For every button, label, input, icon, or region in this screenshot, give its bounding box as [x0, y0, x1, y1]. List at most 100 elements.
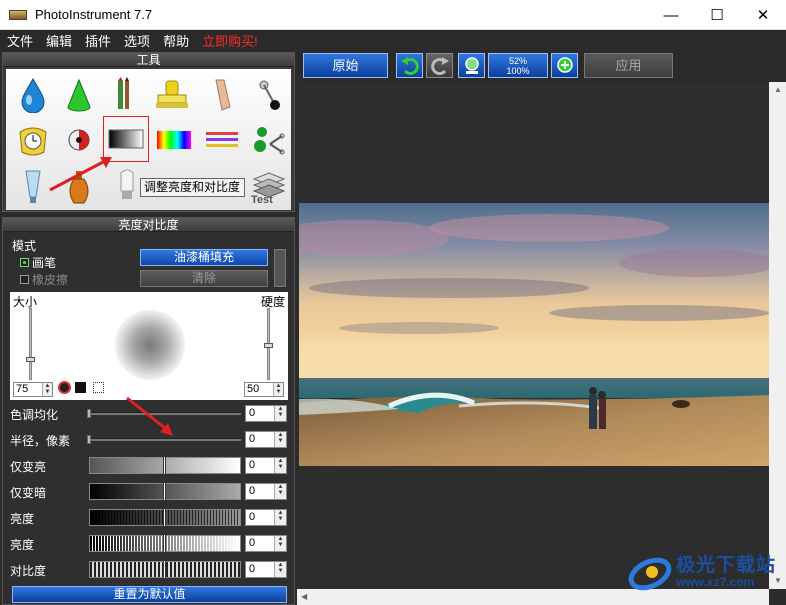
cone-icon[interactable]: [59, 74, 99, 116]
clear-button[interactable]: 清除: [140, 270, 268, 287]
hardness-label: 硬度: [260, 295, 285, 309]
finger-icon[interactable]: [203, 74, 243, 116]
lighten-input[interactable]: 0 ▲ ▼: [245, 457, 287, 474]
contrast-slider-thumb[interactable]: [163, 560, 166, 579]
vertical-scrollbar[interactable]: ▲ ▼: [769, 82, 786, 589]
darken-spinner[interactable]: ▲ ▼: [274, 484, 286, 499]
gradient-icon[interactable]: [103, 116, 149, 162]
equalize-spinner[interactable]: ▲ ▼: [274, 406, 286, 421]
zoom-out-button[interactable]: [458, 53, 485, 78]
zoom-percent: 52%: [508, 56, 527, 66]
panel-scrollbar[interactable]: [274, 249, 286, 287]
lines-icon[interactable]: [202, 119, 242, 161]
pin-icon[interactable]: [249, 74, 289, 116]
darken-slider-thumb[interactable]: [163, 482, 166, 501]
bc-panel-title: 亮度对比度: [3, 218, 294, 232]
brightness-input-1[interactable]: 0 ▲ ▼: [245, 509, 287, 526]
eraser-option-label: 橡皮擦: [32, 273, 69, 287]
eraser-option[interactable]: 橡皮擦: [20, 271, 68, 288]
size-slider-thumb[interactable]: [26, 357, 35, 362]
scissors-icon[interactable]: [249, 119, 289, 161]
hardness-slider[interactable]: [264, 308, 273, 380]
vase-icon[interactable]: [59, 166, 99, 208]
brightness-slider-1-thumb[interactable]: [163, 508, 166, 527]
water-drop-icon[interactable]: [13, 74, 53, 116]
square-brush-icon[interactable]: [75, 382, 86, 393]
brightness-spinner-1[interactable]: ▲ ▼: [274, 510, 286, 525]
darken-input[interactable]: 0 ▲ ▼: [245, 483, 287, 500]
contrast-label: 对比度: [10, 564, 47, 578]
equalize-slider-thumb[interactable]: [87, 409, 91, 418]
brightness-value-1: 0: [249, 511, 256, 523]
contrast-spinner[interactable]: ▲ ▼: [274, 562, 286, 577]
lighten-slider-thumb[interactable]: [163, 456, 166, 475]
contrast-input[interactable]: 0 ▲ ▼: [245, 561, 287, 578]
contrast-slider[interactable]: [89, 560, 241, 579]
size-slider[interactable]: [26, 308, 35, 380]
darken-slider[interactable]: [89, 482, 241, 501]
selection-brush-icon[interactable]: [93, 382, 104, 393]
hardness-slider-thumb[interactable]: [264, 343, 273, 348]
equalize-slider[interactable]: [87, 409, 241, 418]
eraser-radio[interactable]: [20, 275, 29, 284]
undo-button[interactable]: [396, 53, 423, 78]
mode-label: 模式: [12, 239, 37, 253]
zoom-in-button[interactable]: [551, 53, 578, 78]
reset-defaults-button[interactable]: 重置为默认值: [12, 586, 287, 603]
equalize-value: 0: [249, 407, 256, 419]
menu-help[interactable]: 帮助: [156, 31, 195, 50]
menu-plugins[interactable]: 插件: [78, 31, 117, 50]
menu-buy-now[interactable]: 立即购买!: [195, 31, 264, 50]
brightness-spinner-2[interactable]: ▲ ▼: [274, 536, 286, 551]
equalize-label: 色调均化: [10, 408, 59, 422]
hardness-input[interactable]: 50 ▲ ▼: [244, 382, 284, 397]
menu-file[interactable]: 文件: [0, 31, 39, 50]
minimize-button[interactable]: —: [648, 0, 694, 30]
apply-button[interactable]: 应用: [584, 53, 673, 78]
brightness-slider-2-thumb[interactable]: [163, 534, 166, 553]
tube-icon[interactable]: [13, 166, 53, 208]
redo-button[interactable]: [426, 53, 453, 78]
contrast-value: 0: [249, 563, 256, 575]
size-input[interactable]: 75 ▲ ▼: [13, 382, 53, 397]
close-button[interactable]: ✕: [740, 0, 786, 30]
redo-icon: [430, 56, 449, 75]
scroll-up-arrow[interactable]: ▲: [774, 85, 782, 94]
undo-icon: [400, 56, 419, 75]
watermark-title: 极光下载站: [676, 554, 777, 576]
brush-radio[interactable]: [20, 258, 29, 267]
lighten-slider[interactable]: [89, 456, 241, 475]
lighten-spinner[interactable]: ▲ ▼: [274, 458, 286, 473]
stamp-icon[interactable]: [152, 74, 192, 116]
equalize-input[interactable]: 0 ▲ ▼: [245, 405, 287, 422]
radius-spinner[interactable]: ▲ ▼: [274, 432, 286, 447]
original-button[interactable]: 原始: [303, 53, 388, 78]
size-spinner[interactable]: ▲ ▼: [42, 383, 52, 396]
size-label: 大小: [13, 295, 38, 309]
menu-bar: 文件 编辑 插件 选项 帮助 立即购买!: [0, 30, 786, 50]
clock-icon[interactable]: [13, 119, 53, 161]
watermark-logo: [628, 557, 672, 591]
radius-input[interactable]: 0 ▲ ▼: [245, 431, 287, 448]
maximize-button[interactable]: ☐: [694, 0, 740, 30]
scroll-left-arrow[interactable]: ◀: [301, 592, 307, 601]
radius-slider-thumb[interactable]: [87, 435, 91, 444]
zoom-toggle-button[interactable]: 52% 100%: [488, 53, 548, 78]
fill-button[interactable]: 油漆桶填充: [140, 249, 268, 266]
eye-icon[interactable]: [59, 119, 99, 161]
brightness-input-2[interactable]: 0 ▲ ▼: [245, 535, 287, 552]
round-brush-icon[interactable]: [58, 381, 71, 394]
hardness-spinner[interactable]: ▲ ▼: [273, 383, 283, 396]
zoom-out-icon: [464, 56, 479, 74]
brushes-icon[interactable]: [105, 74, 145, 116]
brightness-slider-1[interactable]: [89, 508, 241, 527]
brightness-label-1: 亮度: [10, 512, 35, 526]
rainbow-icon[interactable]: [154, 119, 194, 161]
brightness-slider-2[interactable]: [89, 534, 241, 553]
brush-option[interactable]: 画笔: [20, 254, 56, 271]
photo-canvas[interactable]: [299, 203, 769, 466]
zoom-full: 100%: [506, 66, 530, 76]
menu-edit[interactable]: 编辑: [39, 31, 78, 50]
radius-slider[interactable]: [87, 435, 241, 444]
menu-options[interactable]: 选项: [117, 31, 156, 50]
